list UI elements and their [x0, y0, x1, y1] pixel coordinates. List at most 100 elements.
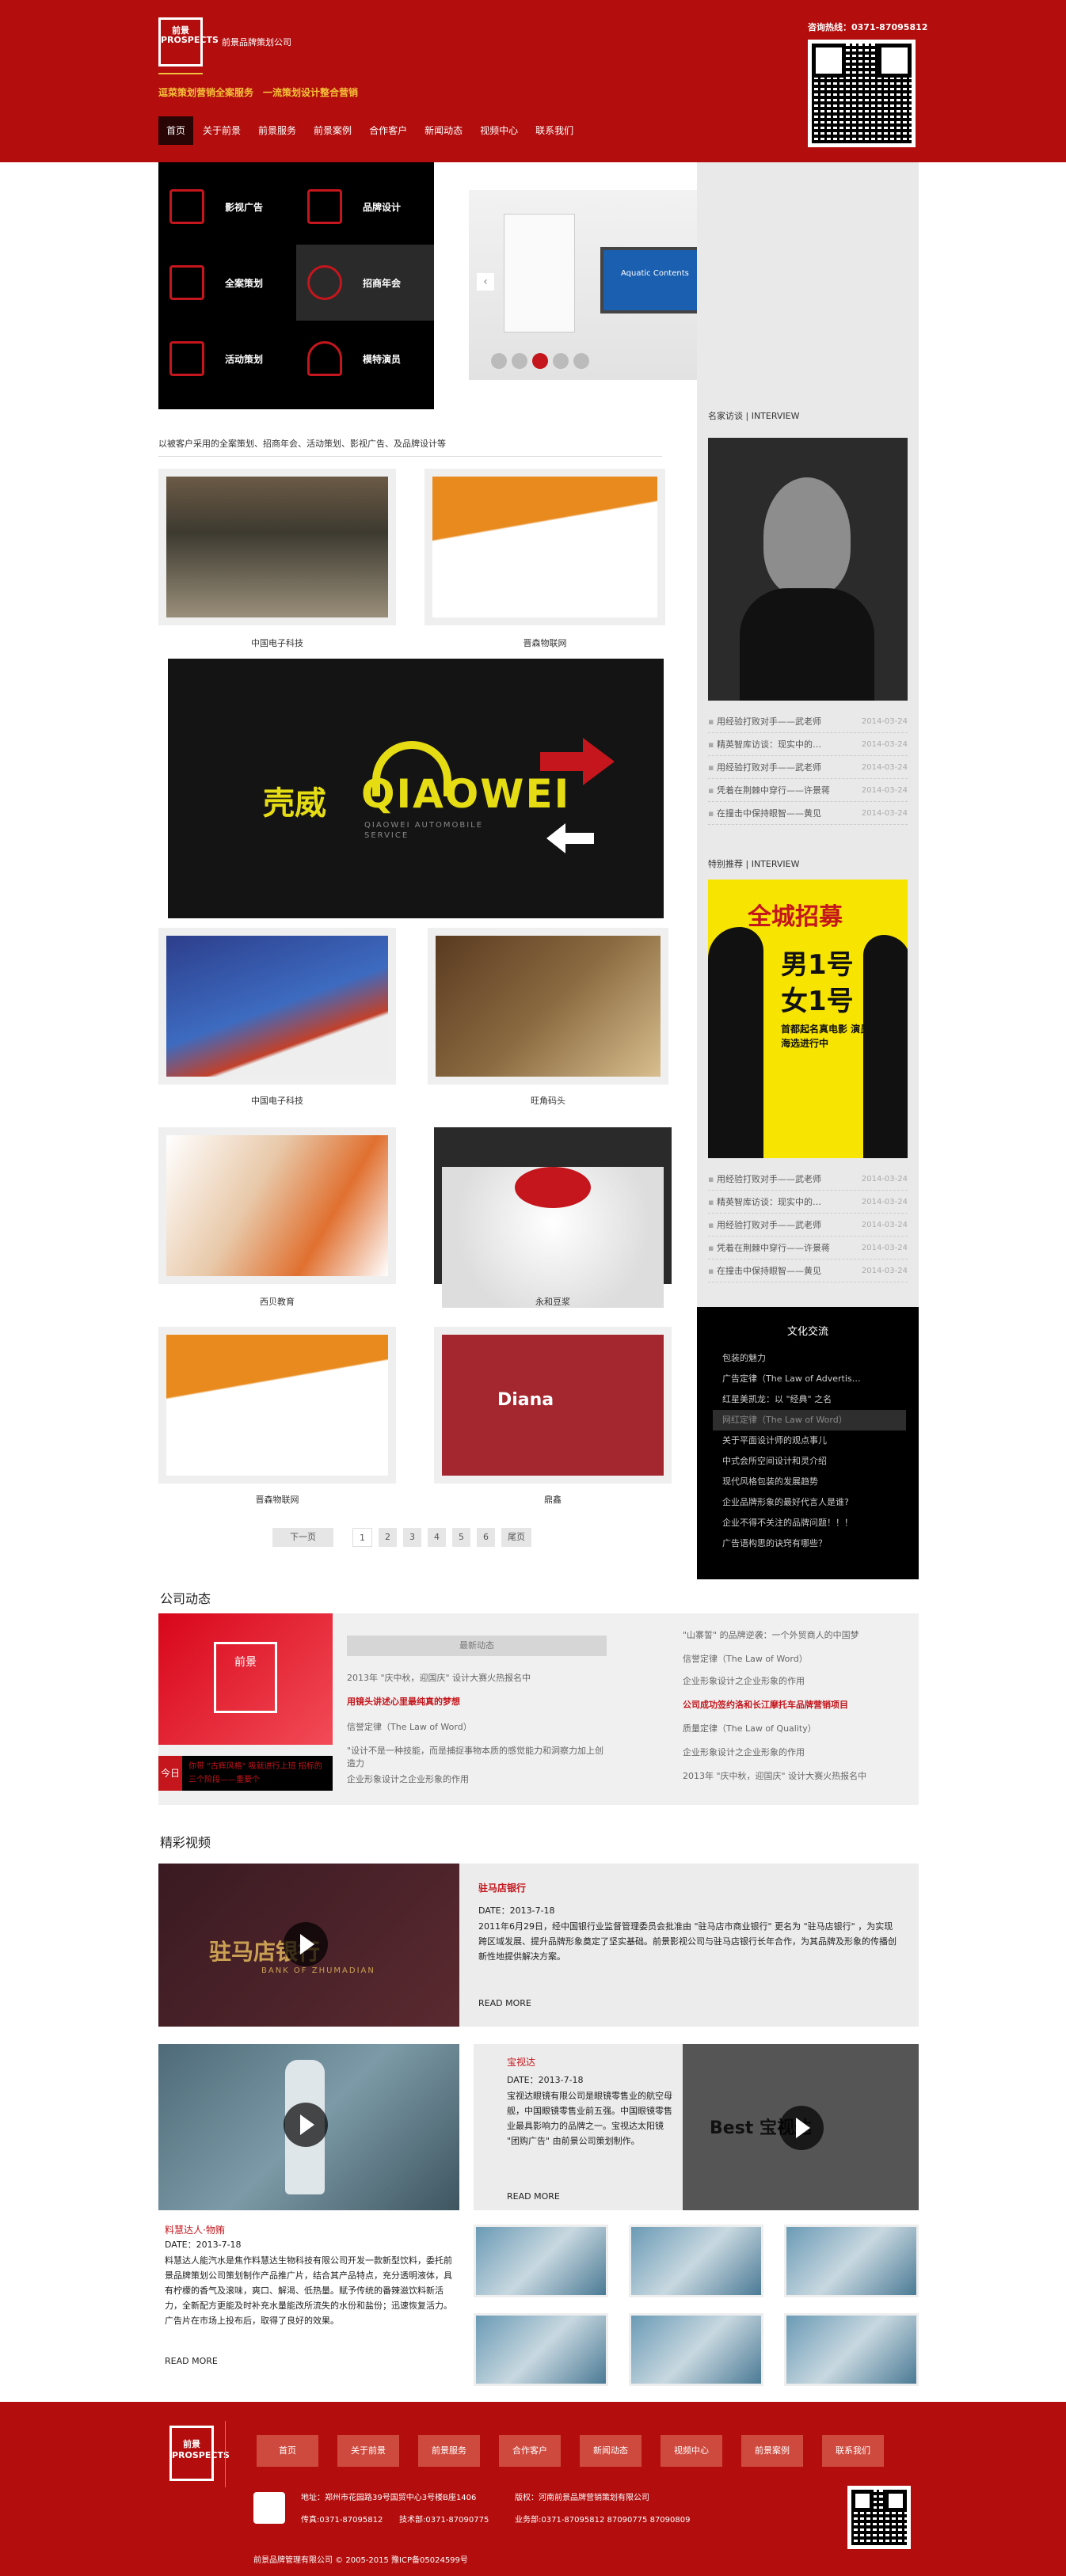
culture-item[interactable]: 红星美凯龙：以 "经典" 之名 — [713, 1389, 906, 1410]
pager-next[interactable]: 下一页 — [272, 1528, 333, 1547]
news-link-highlight[interactable]: 用镜头讲述心里最纯真的梦想 — [347, 1696, 460, 1708]
case-caption[interactable]: 永和豆浆 — [434, 1295, 672, 1308]
list-item[interactable]: 用经验打败对手——武老师2014-03-24 — [708, 710, 908, 733]
video-thumbnail[interactable] — [629, 2313, 763, 2386]
list-item[interactable]: 用经验打败对手——武老师2014-03-24 — [708, 1168, 908, 1191]
banner-dot-active[interactable] — [532, 353, 548, 369]
video-thumbnail[interactable] — [474, 2313, 608, 2386]
news-image[interactable]: 前景 — [158, 1613, 333, 1745]
banner-dot[interactable] — [491, 353, 507, 369]
banner-dot[interactable] — [512, 353, 527, 369]
footer-nav-item[interactable]: 合作客户 — [499, 2435, 561, 2467]
case-card[interactable]: Diana — [434, 1327, 672, 1484]
video-title[interactable]: 宝视达 — [507, 2055, 535, 2069]
culture-item[interactable]: 企业不得不关注的品牌问题！！！ — [713, 1513, 906, 1533]
case-caption[interactable]: 晋森物联网 — [424, 636, 665, 649]
culture-item[interactable]: 广告定律（The Law of Advertis… — [713, 1369, 906, 1389]
banner-dot[interactable] — [573, 353, 589, 369]
list-item[interactable]: 凭着在荆棘中穿行——许景蒋2014-03-24 — [708, 779, 908, 802]
news-link[interactable]: 信誉定律（The Law of Word） — [683, 1653, 808, 1666]
news-link[interactable]: 2013年 "庆中秋，迎国庆" 设计大赛火热报名中 — [347, 1672, 531, 1685]
footer-nav-item[interactable]: 前景服务 — [418, 2435, 480, 2467]
nav-item-contact[interactable]: 联系我们 — [527, 116, 581, 145]
case-card[interactable] — [158, 1327, 396, 1484]
culture-item-active[interactable]: 网红定律（The Law of Word） — [713, 1410, 906, 1430]
recruit-poster[interactable]: 全城招募 男1号 女1号 首都起名真电影 演员海选进行中 — [708, 880, 908, 1158]
list-item[interactable]: 凭着在荆棘中穿行——许景蒋2014-03-24 — [708, 1237, 908, 1260]
interview-photo[interactable] — [708, 438, 908, 701]
case-card[interactable] — [158, 928, 396, 1085]
case-caption[interactable]: 鼎鑫 — [434, 1493, 672, 1506]
footer-nav-item[interactable]: 新闻动态 — [580, 2435, 642, 2467]
service-event-planning[interactable]: 活动策划 — [158, 321, 296, 397]
case-caption[interactable]: 西贝教育 — [158, 1295, 396, 1308]
culture-item[interactable]: 包装的魅力 — [713, 1348, 906, 1369]
pager-page-1[interactable]: 1 — [352, 1528, 372, 1547]
video-title[interactable]: 驻马店银行 — [478, 1881, 526, 1894]
footer-nav-item[interactable]: 前景案例 — [741, 2435, 803, 2467]
news-link[interactable]: 企业形象设计之企业形象的作用 — [683, 1746, 805, 1759]
pager-page[interactable]: 2 — [379, 1528, 397, 1547]
list-item[interactable]: 精英智库访谈：现实中的…2014-03-24 — [708, 1191, 908, 1214]
culture-item[interactable]: 广告语构思的诀窍有哪些？ — [713, 1533, 906, 1554]
play-icon[interactable] — [284, 2103, 328, 2147]
news-link[interactable]: "山寨誓" 的品牌逆袭：一个外贸商人的中国梦 — [683, 1629, 859, 1642]
play-icon[interactable] — [284, 1922, 328, 1966]
case-caption[interactable]: 晋森物联网 — [158, 1493, 396, 1506]
case-card[interactable] — [158, 1127, 396, 1284]
footer-nav-item[interactable]: 关于前景 — [337, 2435, 399, 2467]
case-card[interactable] — [158, 469, 396, 625]
pager-last[interactable]: 尾页 — [501, 1528, 531, 1547]
video-player[interactable]: 驻马店银行 BANK OF ZHUMADIAN — [158, 1864, 459, 2027]
news-link[interactable]: 企业形象设计之企业形象的作用 — [347, 1773, 469, 1786]
nav-item-about[interactable]: 关于前景 — [195, 116, 249, 145]
video-thumbnail[interactable] — [474, 2225, 608, 2297]
read-more-link[interactable]: READ MORE — [478, 1998, 531, 2008]
case-card[interactable] — [434, 1127, 672, 1308]
service-investment-meeting[interactable]: 招商年会 — [296, 245, 434, 321]
case-card[interactable] — [424, 469, 665, 625]
video-thumbnail[interactable] — [784, 2225, 919, 2297]
news-link-highlight[interactable]: 公司成功签约洛和长江摩托车品牌营销项目 — [683, 1699, 848, 1712]
video-player[interactable]: Best 宝视达 — [683, 2044, 919, 2210]
nav-item-cases[interactable]: 前景案例 — [306, 116, 360, 145]
culture-item[interactable]: 现代风格包装的发展趋势 — [713, 1472, 906, 1492]
video-title[interactable]: 料慧达人·物贿 — [165, 2223, 225, 2236]
nav-item-home[interactable]: 首页 — [158, 116, 194, 145]
video-player[interactable] — [158, 2044, 459, 2210]
case-caption[interactable]: 中国电子科技 — [158, 636, 396, 649]
video-thumbnail[interactable] — [784, 2313, 919, 2386]
qiaowei-ad[interactable]: 壳威 QIAOWEI QIAOWEI AUTOMOBILE SERVICE — [168, 659, 664, 918]
nav-item-services[interactable]: 前景服务 — [250, 116, 304, 145]
banner-dot[interactable] — [553, 353, 569, 369]
case-caption[interactable]: 中国电子科技 — [158, 1094, 396, 1107]
case-caption[interactable]: 旺角码头 — [428, 1094, 668, 1107]
banner-prev-arrow-icon[interactable]: ‹ — [477, 273, 494, 291]
video-thumbnail[interactable] — [629, 2225, 763, 2297]
news-ticker[interactable]: 今日 你带 "古辉风格" 吸就进行上班 招标的三个阶段——重要个 — [158, 1756, 333, 1791]
list-item[interactable]: 在撞击中保持眼智——黄见2014-03-24 — [708, 802, 908, 825]
play-icon[interactable] — [779, 2106, 824, 2150]
news-link[interactable]: "设计不是一种技能，而是捕捉事物本质的感觉能力和洞察力加上创造力 — [347, 1745, 608, 1770]
list-item[interactable]: 用经验打败对手——武老师2014-03-24 — [708, 1214, 908, 1237]
pager-page[interactable]: 3 — [403, 1528, 421, 1547]
nav-item-news[interactable]: 新闻动态 — [417, 116, 470, 145]
footer-nav-item[interactable]: 首页 — [257, 2435, 318, 2467]
footer-logo[interactable]: 前景 PROSPECTS — [169, 2426, 230, 2481]
news-link[interactable]: 2013年 "庆中秋，迎国庆" 设计大赛火热报名中 — [683, 1770, 866, 1783]
list-item[interactable]: 用经验打败对手——武老师2014-03-24 — [708, 756, 908, 779]
culture-item[interactable]: 企业品牌形象的最好代言人是谁? — [713, 1492, 906, 1513]
service-film-ads[interactable]: 影视广告 — [158, 169, 296, 245]
list-item[interactable]: 在撞击中保持眼智——黄见2014-03-24 — [708, 1260, 908, 1282]
news-link[interactable]: 企业形象设计之企业形象的作用 — [683, 1675, 805, 1688]
list-item[interactable]: 精英智库访谈：现实中的…2014-03-24 — [708, 733, 908, 756]
nav-item-video[interactable]: 视频中心 — [472, 116, 526, 145]
service-brand-design[interactable]: 品牌设计 — [296, 169, 434, 245]
pager-page[interactable]: 6 — [477, 1528, 495, 1547]
culture-item[interactable]: 中式会所空间设计和灵介绍 — [713, 1451, 906, 1472]
site-logo[interactable]: 前景 PROSPECTS — [158, 17, 219, 66]
service-models[interactable]: 模特演员 — [296, 321, 434, 397]
footer-nav-item[interactable]: 联系我们 — [822, 2435, 884, 2467]
news-link[interactable]: 信誉定律（The Law of Word） — [347, 1721, 472, 1734]
pager-page[interactable]: 4 — [428, 1528, 446, 1547]
